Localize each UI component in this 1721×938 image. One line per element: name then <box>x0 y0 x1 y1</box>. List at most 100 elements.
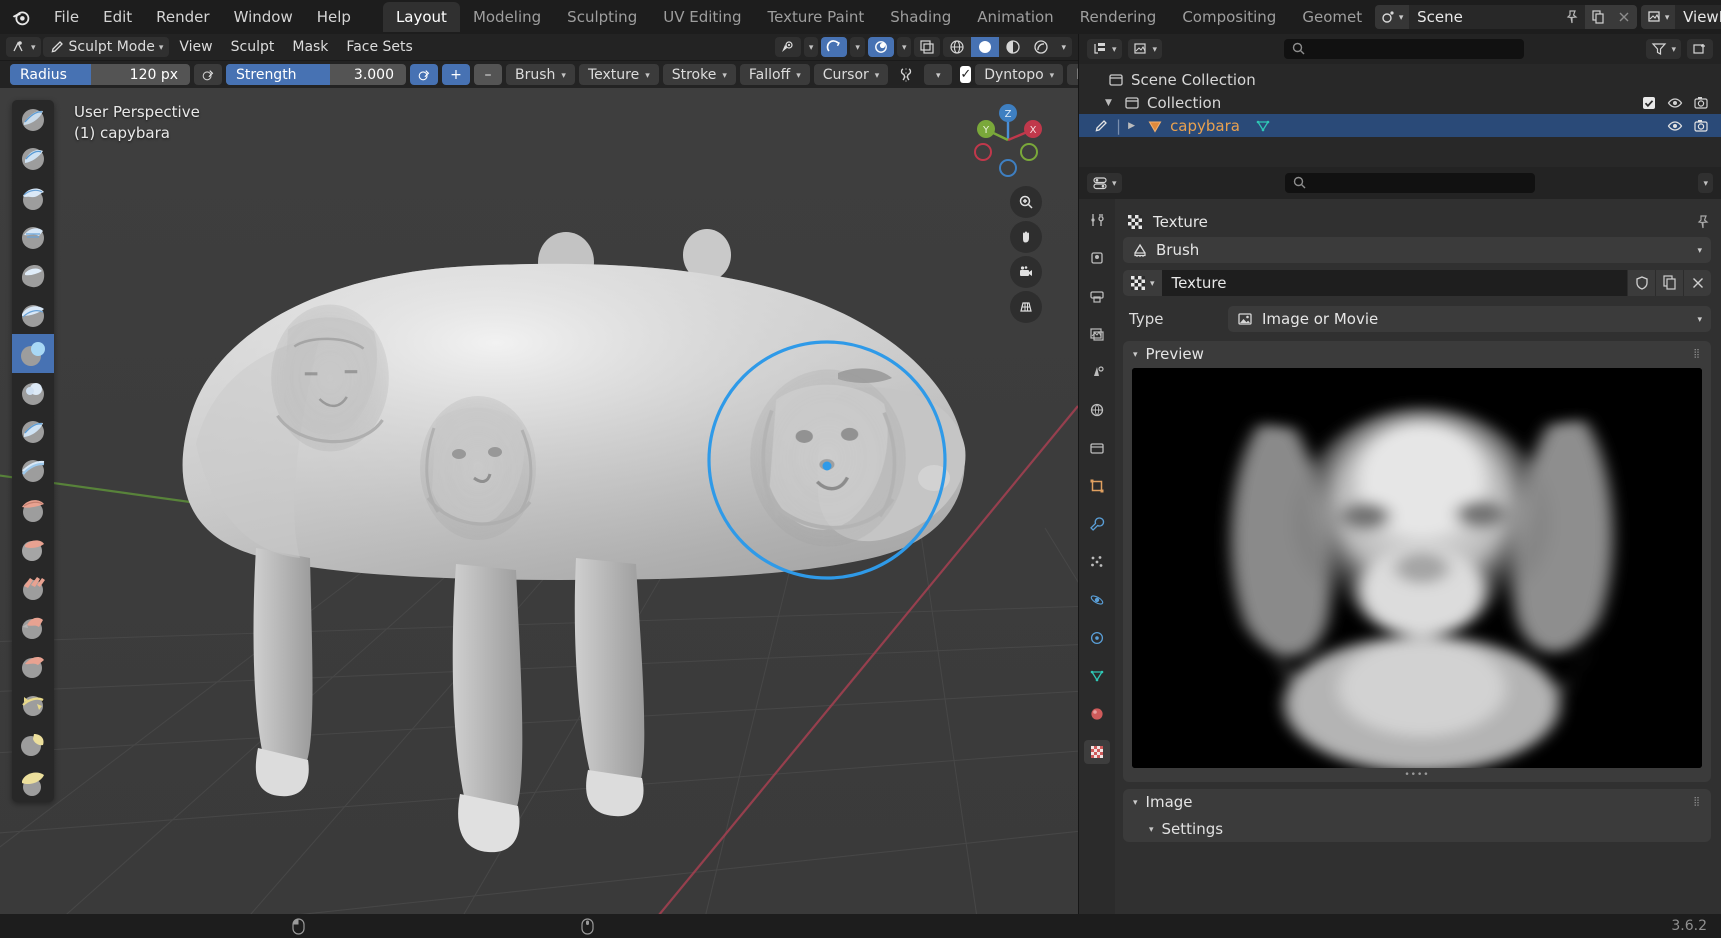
wrench-icon[interactable] <box>1084 512 1110 536</box>
visibility-dropdown-icon[interactable]: ▾ <box>803 37 819 57</box>
menu-cursor[interactable]: Cursor ▾ <box>813 64 889 85</box>
mesh-data-triangle-icon[interactable] <box>1084 664 1110 688</box>
preview-panel-header[interactable]: ▾ Preview ⣿ <box>1123 341 1711 367</box>
menu-stroke[interactable]: Stroke ▾ <box>662 64 736 85</box>
tab-uv-editing[interactable]: UV Editing <box>650 2 754 32</box>
menu-file[interactable]: File <box>42 4 91 30</box>
view-layer-tab[interactable] <box>1084 322 1110 346</box>
preview-resize-grip[interactable]: •••• <box>1123 768 1711 782</box>
menu-edit[interactable]: Edit <box>91 4 144 30</box>
menu-window[interactable]: Window <box>222 4 305 30</box>
tool-grab[interactable] <box>12 685 54 724</box>
image-panel-header[interactable]: ▾ Image ⣿ <box>1123 789 1711 815</box>
dyntopo-checkbox[interactable]: ✓ <box>960 66 972 83</box>
new-scene-icon[interactable] <box>1585 5 1612 29</box>
menu-texture[interactable]: Texture ▾ <box>578 64 659 85</box>
viewport-menu-sculpt[interactable]: Sculpt <box>223 37 283 57</box>
brush-add-button[interactable]: + <box>442 64 470 85</box>
zoom-icon[interactable] <box>1010 186 1042 218</box>
tab-texture-paint[interactable]: Texture Paint <box>754 2 877 32</box>
properties-options-dropdown-icon[interactable]: ▾ <box>1698 173 1713 193</box>
properties-tab-strip[interactable] <box>1079 199 1115 914</box>
dyntopo-menu[interactable]: Dyntopo ▾ <box>975 64 1064 85</box>
texture-browse-button[interactable]: ▾ <box>1123 270 1162 296</box>
tab-sculpting[interactable]: Sculpting <box>554 2 650 32</box>
view-layer-browse-icon[interactable]: ▾ <box>1641 5 1676 29</box>
properties-editor-icon[interactable]: ▾ <box>1087 173 1122 193</box>
strength-pressure-icon[interactable] <box>410 64 438 85</box>
object-square-icon[interactable] <box>1084 474 1110 498</box>
tool-crease[interactable] <box>12 412 54 451</box>
outliner-display-mode-icon[interactable]: ▾ <box>1087 39 1122 59</box>
tool-pinch[interactable] <box>12 646 54 685</box>
symmetry-dropdown-icon[interactable]: ▾ <box>924 64 953 85</box>
tool-clay-strips[interactable] <box>12 217 54 256</box>
constraints-icon[interactable] <box>1084 626 1110 650</box>
tab-layout[interactable]: Layout <box>382 2 460 32</box>
navigation-gizmo[interactable]: Z X Y <box>970 102 1046 178</box>
settings-subpanel-header[interactable]: ▾ Settings <box>1123 815 1711 842</box>
radius-slider[interactable]: Radius 120 px <box>10 64 190 85</box>
tab-animation[interactable]: Animation <box>964 2 1066 32</box>
texture-context-selector[interactable]: Brush ▾ <box>1123 237 1711 263</box>
sculpt-toolbar[interactable] <box>12 100 54 802</box>
brush-subtract-button[interactable]: – <box>474 64 502 85</box>
outliner-row-capybara[interactable]: | ▶ capybara <box>1079 114 1721 137</box>
tool-smooth[interactable] <box>12 451 54 490</box>
blender-logo-icon[interactable] <box>10 4 32 30</box>
shading-mode-group[interactable]: ▾ <box>943 37 1072 57</box>
physics-orbit-icon[interactable] <box>1084 588 1110 612</box>
tool-multiplane-scrape[interactable] <box>12 607 54 646</box>
particles-icon[interactable] <box>1084 550 1110 574</box>
proportional-dropdown-icon[interactable]: ▾ <box>896 37 912 57</box>
tool-clay[interactable] <box>12 178 54 217</box>
texture-type-dropdown[interactable]: Image or Movie ▾ <box>1228 306 1711 332</box>
tab-modeling[interactable]: Modeling <box>460 2 554 32</box>
viewport-menu-mask[interactable]: Mask <box>284 37 336 57</box>
viewport-menu-view[interactable]: View <box>171 37 220 57</box>
object-visibility-eye-icon[interactable] <box>1667 118 1683 134</box>
outliner-row-collection[interactable]: ▼ Collection <box>1079 91 1721 114</box>
menu-render[interactable]: Render <box>144 4 221 30</box>
scene-selector[interactable]: ▾ Scene <box>1375 5 1638 29</box>
unlink-x-icon[interactable] <box>1683 270 1711 296</box>
view-layer-name[interactable]: ViewLayer <box>1675 8 1721 26</box>
collection-visibility-eye-icon[interactable] <box>1667 95 1683 111</box>
tool-clay-thumb[interactable] <box>12 256 54 295</box>
editor-type-icon[interactable]: ▾ <box>6 37 41 57</box>
tab-compositing[interactable]: Compositing <box>1169 2 1289 32</box>
collection-render-camera-icon[interactable] <box>1693 95 1709 111</box>
menu-help[interactable]: Help <box>305 4 363 30</box>
filter-icon[interactable]: ▾ <box>1646 39 1681 59</box>
shading-dropdown-icon[interactable]: ▾ <box>1055 37 1072 57</box>
new-copy-icon[interactable] <box>1655 270 1683 296</box>
material-sphere-icon[interactable] <box>1084 702 1110 726</box>
menu-falloff[interactable]: Falloff ▾ <box>739 64 810 85</box>
pin-icon[interactable] <box>1695 214 1711 230</box>
tab-rendering[interactable]: Rendering <box>1067 2 1170 32</box>
tool-inflate[interactable] <box>12 334 54 373</box>
strength-slider[interactable]: Strength 3.000 <box>226 64 406 85</box>
shading-solid-icon[interactable] <box>971 37 1000 57</box>
viewport-menu-face-sets[interactable]: Face Sets <box>338 37 420 57</box>
proportional-editing-icon[interactable] <box>867 37 894 57</box>
collection-properties-icon[interactable] <box>1084 436 1110 460</box>
collection-exclude-checkbox[interactable] <box>1641 95 1657 111</box>
tool-scrape[interactable] <box>12 568 54 607</box>
texture-checker-icon[interactable] <box>1084 740 1110 764</box>
tab-shading[interactable]: Shading <box>877 2 964 32</box>
pin-scene-icon[interactable] <box>1559 5 1585 29</box>
mode-selector[interactable]: Sculpt Mode ▾ <box>42 37 170 57</box>
tool-layer[interactable] <box>12 295 54 334</box>
drag-grip-icon[interactable]: ⣿ <box>1693 349 1701 358</box>
tool-snake-hook[interactable] <box>12 763 54 802</box>
shading-wireframe-icon[interactable] <box>943 37 971 57</box>
viewport-3d[interactable]: User Perspective (1) capybara Z X Y <box>0 88 1078 914</box>
outliner-row-scene-collection[interactable]: Scene Collection <box>1079 68 1721 91</box>
texture-name-field[interactable]: Texture <box>1161 270 1627 296</box>
toggle-perspective-icon[interactable] <box>1010 291 1042 323</box>
snap-magnet-icon[interactable] <box>821 37 848 57</box>
drag-grip-icon[interactable]: ⣿ <box>1693 797 1701 806</box>
camera-view-icon[interactable] <box>1010 256 1042 288</box>
properties-search-input[interactable] <box>1285 173 1535 193</box>
